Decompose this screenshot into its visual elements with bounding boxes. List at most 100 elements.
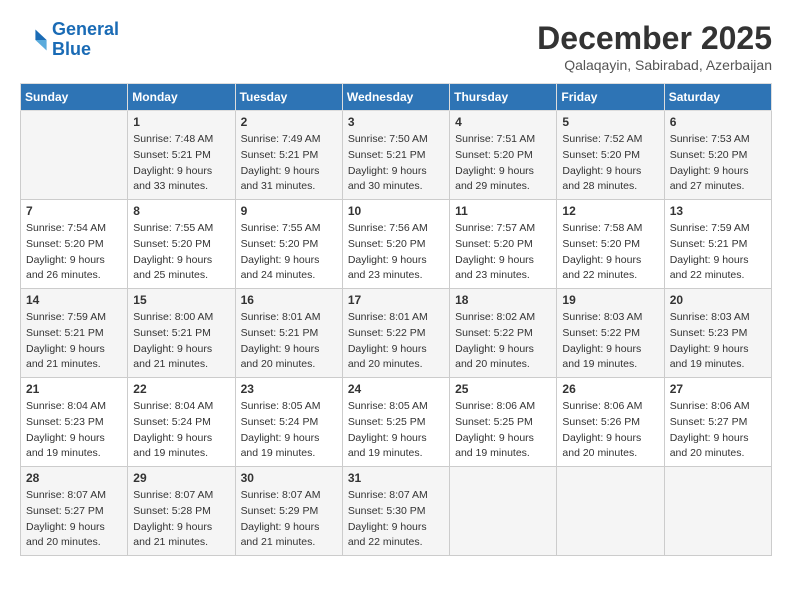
sunrise-text: Sunrise: 8:04 AM (133, 400, 213, 412)
daylight-text: Daylight: 9 hours and 20 minutes. (348, 343, 427, 371)
logo: General Blue (20, 20, 119, 60)
sunrise-text: Sunrise: 7:49 AM (241, 133, 321, 145)
daylight-text: Daylight: 9 hours and 22 minutes. (670, 254, 749, 282)
weekday-header: Monday (128, 84, 235, 111)
day-number: 15 (133, 293, 229, 307)
day-number: 18 (455, 293, 551, 307)
calendar-cell: 27 Sunrise: 8:06 AM Sunset: 5:27 PM Dayl… (664, 378, 771, 467)
calendar-cell: 20 Sunrise: 8:03 AM Sunset: 5:23 PM Dayl… (664, 289, 771, 378)
calendar-cell: 10 Sunrise: 7:56 AM Sunset: 5:20 PM Dayl… (342, 200, 449, 289)
daylight-text: Daylight: 9 hours and 24 minutes. (241, 254, 320, 282)
day-number: 16 (241, 293, 337, 307)
sunset-text: Sunset: 5:21 PM (348, 149, 426, 161)
sunrise-text: Sunrise: 8:06 AM (670, 400, 750, 412)
calendar-cell: 3 Sunrise: 7:50 AM Sunset: 5:21 PM Dayli… (342, 111, 449, 200)
calendar-cell: 1 Sunrise: 7:48 AM Sunset: 5:21 PM Dayli… (128, 111, 235, 200)
logo-line1: General (52, 19, 119, 39)
sunset-text: Sunset: 5:20 PM (562, 238, 640, 250)
daylight-text: Daylight: 9 hours and 20 minutes. (455, 343, 534, 371)
sunset-text: Sunset: 5:20 PM (670, 149, 748, 161)
day-number: 8 (133, 204, 229, 218)
sunset-text: Sunset: 5:24 PM (241, 416, 319, 428)
daylight-text: Daylight: 9 hours and 31 minutes. (241, 165, 320, 193)
sunset-text: Sunset: 5:20 PM (348, 238, 426, 250)
sunset-text: Sunset: 5:22 PM (348, 327, 426, 339)
calendar-cell: 14 Sunrise: 7:59 AM Sunset: 5:21 PM Dayl… (21, 289, 128, 378)
daylight-text: Daylight: 9 hours and 30 minutes. (348, 165, 427, 193)
day-info: Sunrise: 7:57 AM Sunset: 5:20 PM Dayligh… (455, 221, 551, 284)
day-info: Sunrise: 7:52 AM Sunset: 5:20 PM Dayligh… (562, 132, 658, 195)
day-info: Sunrise: 8:00 AM Sunset: 5:21 PM Dayligh… (133, 310, 229, 373)
day-number: 29 (133, 471, 229, 485)
day-number: 31 (348, 471, 444, 485)
logo-line2: Blue (52, 40, 119, 60)
calendar-week-row: 1 Sunrise: 7:48 AM Sunset: 5:21 PM Dayli… (21, 111, 772, 200)
daylight-text: Daylight: 9 hours and 19 minutes. (455, 432, 534, 460)
day-number: 21 (26, 382, 122, 396)
daylight-text: Daylight: 9 hours and 26 minutes. (26, 254, 105, 282)
day-info: Sunrise: 7:50 AM Sunset: 5:21 PM Dayligh… (348, 132, 444, 195)
calendar-cell: 9 Sunrise: 7:55 AM Sunset: 5:20 PM Dayli… (235, 200, 342, 289)
calendar-week-row: 28 Sunrise: 8:07 AM Sunset: 5:27 PM Dayl… (21, 467, 772, 556)
sunset-text: Sunset: 5:25 PM (455, 416, 533, 428)
daylight-text: Daylight: 9 hours and 22 minutes. (348, 521, 427, 549)
weekday-header: Friday (557, 84, 664, 111)
day-number: 3 (348, 115, 444, 129)
calendar-cell: 15 Sunrise: 8:00 AM Sunset: 5:21 PM Dayl… (128, 289, 235, 378)
sunrise-text: Sunrise: 8:07 AM (348, 489, 428, 501)
calendar-cell (21, 111, 128, 200)
day-info: Sunrise: 8:06 AM Sunset: 5:26 PM Dayligh… (562, 399, 658, 462)
weekday-header: Thursday (450, 84, 557, 111)
calendar-cell: 7 Sunrise: 7:54 AM Sunset: 5:20 PM Dayli… (21, 200, 128, 289)
title-block: December 2025 Qalaqayin, Sabirabad, Azer… (537, 20, 772, 73)
sunset-text: Sunset: 5:27 PM (670, 416, 748, 428)
sunrise-text: Sunrise: 8:02 AM (455, 311, 535, 323)
calendar-cell: 16 Sunrise: 8:01 AM Sunset: 5:21 PM Dayl… (235, 289, 342, 378)
day-number: 2 (241, 115, 337, 129)
sunset-text: Sunset: 5:20 PM (455, 149, 533, 161)
logo-text: General Blue (52, 20, 119, 60)
sunset-text: Sunset: 5:24 PM (133, 416, 211, 428)
day-number: 1 (133, 115, 229, 129)
sunset-text: Sunset: 5:21 PM (241, 327, 319, 339)
sunrise-text: Sunrise: 8:04 AM (26, 400, 106, 412)
sunrise-text: Sunrise: 7:59 AM (26, 311, 106, 323)
day-info: Sunrise: 7:48 AM Sunset: 5:21 PM Dayligh… (133, 132, 229, 195)
sunset-text: Sunset: 5:22 PM (455, 327, 533, 339)
day-number: 24 (348, 382, 444, 396)
day-number: 14 (26, 293, 122, 307)
sunrise-text: Sunrise: 7:55 AM (241, 222, 321, 234)
day-number: 6 (670, 115, 766, 129)
daylight-text: Daylight: 9 hours and 23 minutes. (455, 254, 534, 282)
weekday-header-row: SundayMondayTuesdayWednesdayThursdayFrid… (21, 84, 772, 111)
logo-icon (20, 26, 48, 54)
day-number: 25 (455, 382, 551, 396)
sunset-text: Sunset: 5:20 PM (562, 149, 640, 161)
calendar-cell: 22 Sunrise: 8:04 AM Sunset: 5:24 PM Dayl… (128, 378, 235, 467)
calendar-cell: 30 Sunrise: 8:07 AM Sunset: 5:29 PM Dayl… (235, 467, 342, 556)
day-info: Sunrise: 8:03 AM Sunset: 5:23 PM Dayligh… (670, 310, 766, 373)
day-info: Sunrise: 7:49 AM Sunset: 5:21 PM Dayligh… (241, 132, 337, 195)
day-info: Sunrise: 7:51 AM Sunset: 5:20 PM Dayligh… (455, 132, 551, 195)
calendar-week-row: 7 Sunrise: 7:54 AM Sunset: 5:20 PM Dayli… (21, 200, 772, 289)
daylight-text: Daylight: 9 hours and 19 minutes. (348, 432, 427, 460)
day-info: Sunrise: 8:01 AM Sunset: 5:22 PM Dayligh… (348, 310, 444, 373)
sunrise-text: Sunrise: 7:55 AM (133, 222, 213, 234)
calendar-cell: 24 Sunrise: 8:05 AM Sunset: 5:25 PM Dayl… (342, 378, 449, 467)
day-info: Sunrise: 7:55 AM Sunset: 5:20 PM Dayligh… (241, 221, 337, 284)
day-number: 27 (670, 382, 766, 396)
daylight-text: Daylight: 9 hours and 25 minutes. (133, 254, 212, 282)
day-number: 17 (348, 293, 444, 307)
sunset-text: Sunset: 5:21 PM (133, 327, 211, 339)
day-info: Sunrise: 8:06 AM Sunset: 5:27 PM Dayligh… (670, 399, 766, 462)
sunrise-text: Sunrise: 8:03 AM (562, 311, 642, 323)
sunrise-text: Sunrise: 8:05 AM (348, 400, 428, 412)
day-info: Sunrise: 8:03 AM Sunset: 5:22 PM Dayligh… (562, 310, 658, 373)
calendar-cell: 6 Sunrise: 7:53 AM Sunset: 5:20 PM Dayli… (664, 111, 771, 200)
daylight-text: Daylight: 9 hours and 21 minutes. (26, 343, 105, 371)
sunset-text: Sunset: 5:21 PM (670, 238, 748, 250)
sunset-text: Sunset: 5:25 PM (348, 416, 426, 428)
daylight-text: Daylight: 9 hours and 22 minutes. (562, 254, 641, 282)
sunrise-text: Sunrise: 7:58 AM (562, 222, 642, 234)
calendar-week-row: 14 Sunrise: 7:59 AM Sunset: 5:21 PM Dayl… (21, 289, 772, 378)
